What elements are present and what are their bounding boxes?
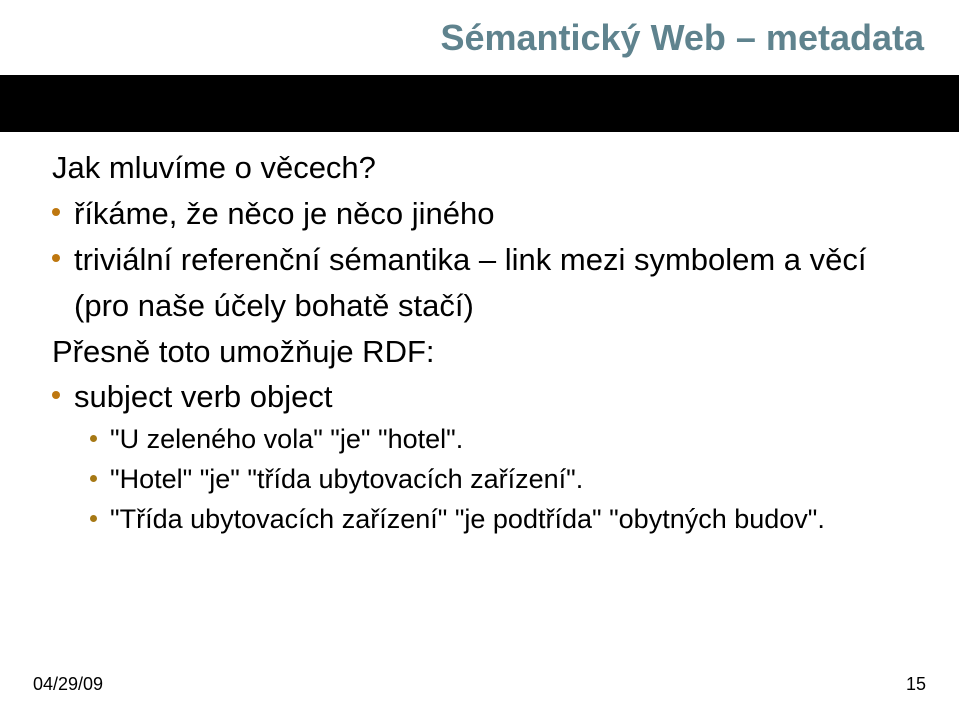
bullet-icon xyxy=(52,391,60,399)
text: Jak mluvíme o věcech? xyxy=(52,145,376,191)
text: "Hotel" "je" "třída ubytovacích zařízení… xyxy=(110,460,583,500)
content-line: triviální referenční sémantika – link me… xyxy=(52,237,909,329)
bullet-icon xyxy=(90,515,97,522)
text: subject verb object xyxy=(74,374,332,420)
bullet-icon xyxy=(90,435,97,442)
content-line: "Hotel" "je" "třída ubytovacích zařízení… xyxy=(52,460,909,500)
footer-page-number: 15 xyxy=(906,674,926,695)
text: "U zeleného vola" "je" "hotel". xyxy=(110,420,463,460)
header-black-bar xyxy=(0,75,959,132)
bullet-icon xyxy=(52,254,60,262)
text: Přesně toto umožňuje RDF: xyxy=(52,329,435,375)
content-line: "U zeleného vola" "je" "hotel". xyxy=(52,420,909,460)
content-line: Přesně toto umožňuje RDF: xyxy=(52,329,909,375)
bullet-icon xyxy=(52,208,60,216)
footer-date: 04/29/09 xyxy=(33,674,103,695)
bullet-icon xyxy=(90,475,97,482)
slide-title: Sémantický Web – metadata xyxy=(440,17,924,59)
content-line: říkáme, že něco je něco jiného xyxy=(52,191,909,237)
title-bar: Sémantický Web – metadata xyxy=(0,0,959,75)
slide: Sémantický Web – metadata Jak mluvíme o … xyxy=(0,0,959,719)
slide-content: Jak mluvíme o věcech? říkáme, že něco je… xyxy=(52,145,909,540)
text: triviální referenční sémantika – link me… xyxy=(74,237,909,329)
content-line: subject verb object xyxy=(52,374,909,420)
content-line: "Třída ubytovacích zařízení" "je podtříd… xyxy=(52,500,909,540)
text: říkáme, že něco je něco jiného xyxy=(74,191,494,237)
text: "Třída ubytovacích zařízení" "je podtříd… xyxy=(110,500,825,540)
content-line: Jak mluvíme o věcech? xyxy=(52,145,909,191)
